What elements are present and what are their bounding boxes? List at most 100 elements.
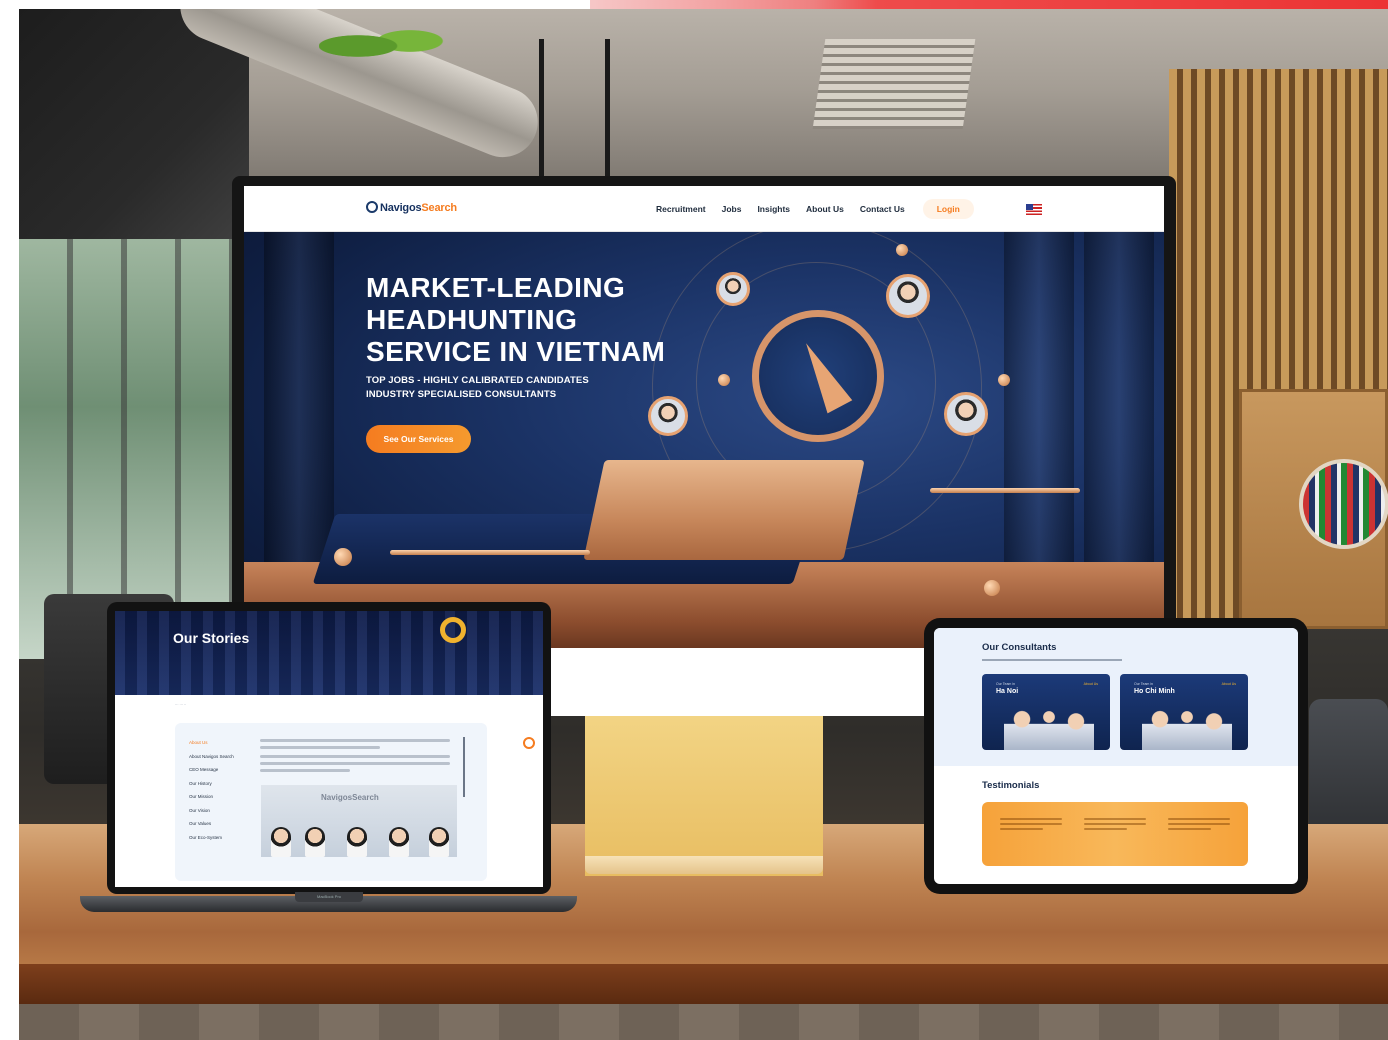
about-sidebar: About Us About Navigos Search CEO Messag… <box>189 739 253 847</box>
team-member <box>271 827 291 857</box>
compass-needle <box>793 336 853 414</box>
office-card-ha-noi[interactable]: Our Team in Ha Noi About Us <box>982 674 1110 750</box>
ceiling-vent <box>812 39 976 129</box>
ceiling-rod <box>605 39 610 199</box>
curtain-fold <box>1084 232 1154 562</box>
gold-bead <box>998 374 1010 386</box>
hero-title-line: SERVICE IN VIETNAM <box>366 336 666 367</box>
hero-subtitle-line: TOP JOBS - HIGHLY CALIBRATED CANDIDATES <box>366 375 589 386</box>
office-link[interactable]: About Us <box>1084 682 1098 686</box>
see-our-services-button[interactable]: See Our Services <box>366 425 471 453</box>
ceiling-beam <box>19 9 249 269</box>
text-line <box>260 739 450 742</box>
gold-bead <box>984 580 1000 596</box>
office-name: Ho Chi Minh <box>1134 688 1175 695</box>
office-team-photo <box>1004 706 1094 750</box>
text-line <box>1168 818 1230 820</box>
chat-icon[interactable] <box>523 737 535 749</box>
menu-item-jobs[interactable]: Jobs <box>722 204 742 214</box>
gold-bead <box>896 244 908 256</box>
text-line <box>1168 823 1230 825</box>
testimonial-item <box>1000 818 1062 833</box>
laptop-model-label: MacBook Pro <box>295 892 363 902</box>
about-text <box>260 739 460 776</box>
hero-subtitle: TOP JOBS - HIGHLY CALIBRATED CANDIDATES … <box>366 374 726 402</box>
hero-title-line: MARKET-LEADING <box>366 272 626 303</box>
office-caption: Our Team in <box>996 682 1015 686</box>
testimonials-heading: Testimonials <box>982 780 1040 791</box>
text-line <box>1000 823 1062 825</box>
ceiling-rod <box>539 39 544 199</box>
logo-brand: Navigos <box>380 202 422 214</box>
breadcrumb: ··· ··· ·· <box>175 703 187 707</box>
stories-title: Our Stories <box>173 630 250 646</box>
consultants-heading: Our Consultants <box>982 642 1057 653</box>
podium-top <box>583 460 865 560</box>
navigos-logo[interactable]: NavigosSearch <box>366 201 457 214</box>
consultant-avatar <box>648 396 688 436</box>
login-button[interactable]: Login <box>922 199 974 219</box>
site-header: NavigosSearch Recruitment Jobs Insights … <box>244 186 1164 232</box>
sidebar-item-values[interactable]: Our Values <box>189 820 253 827</box>
testimonial-item <box>1084 818 1146 833</box>
laptop-screen: Our Stories ··· ··· ·· About Us About Na… <box>115 611 543 887</box>
office-name: Ha Noi <box>996 688 1019 695</box>
desk-edge <box>19 964 1388 1004</box>
text-line <box>260 769 350 772</box>
team-member <box>429 827 449 857</box>
stories-banner: Our Stories <box>115 611 543 695</box>
team-member <box>389 827 409 857</box>
menu-item-insights[interactable]: Insights <box>757 204 790 214</box>
gold-bead <box>334 548 352 566</box>
hanging-plant <box>319 21 449 71</box>
compass-icon <box>752 310 884 442</box>
hero-banner: MARKET-LEADING HEADHUNTING SERVICE IN VI… <box>244 232 1164 648</box>
text-line <box>260 755 450 758</box>
sidebar-item-vision[interactable]: Our Vision <box>189 807 253 814</box>
gold-ring-icon <box>440 617 466 643</box>
laptop: Our Stories ··· ··· ·· About Us About Na… <box>107 602 551 894</box>
team-member <box>305 827 325 857</box>
sidebar-item-about-navigos[interactable]: About Navigos Search <box>189 753 253 760</box>
text-line <box>1084 818 1146 820</box>
consultants-subtitle <box>982 659 1122 661</box>
top-accent-strip <box>590 0 1388 9</box>
text-line <box>1000 828 1044 830</box>
logo-accent: Search <box>421 202 457 214</box>
testimonials-carousel[interactable] <box>982 802 1248 866</box>
monitor-stand-foot <box>585 856 823 874</box>
office-card-ho-chi-minh[interactable]: Our Team in Ho Chi Minh About Us <box>1120 674 1248 750</box>
scrollbar[interactable] <box>463 737 465 797</box>
text-line <box>1084 823 1146 825</box>
curtain-fold <box>264 232 334 562</box>
consultant-avatar <box>944 392 988 436</box>
menu-item-contact-us[interactable]: Contact Us <box>860 204 905 214</box>
office-team-photo <box>1142 706 1232 750</box>
floor <box>19 1004 1388 1040</box>
sidebar-item-mission[interactable]: Our Mission <box>189 793 253 800</box>
main-menu: Recruitment Jobs Insights About Us Conta… <box>656 186 974 232</box>
hero-subtitle-line: INDUSTRY SPECIALISED CONSULTANTS <box>366 389 557 400</box>
consultant-avatar <box>886 274 930 318</box>
sidebar-item-eco-system[interactable]: Our Eco-System <box>189 834 253 841</box>
sidebar-item-history[interactable]: Our History <box>189 780 253 787</box>
text-line <box>1168 828 1212 830</box>
team-member <box>347 827 367 857</box>
monitor-stand <box>585 716 823 876</box>
tablet-screen: Our Consultants Our Team in Ha Noi About… <box>934 628 1298 884</box>
menu-item-recruitment[interactable]: Recruitment <box>656 204 706 214</box>
flag-us-icon[interactable] <box>1026 204 1042 215</box>
text-line <box>260 762 450 765</box>
tablet: Our Consultants Our Team in Ha Noi About… <box>924 618 1308 894</box>
office-caption: Our Team in <box>1134 682 1153 686</box>
menu-item-about-us[interactable]: About Us <box>806 204 844 214</box>
sidebar-item-ceo-message[interactable]: CEO Message <box>189 766 253 773</box>
gold-rail <box>930 488 1080 493</box>
hero-title-line: HEADHUNTING <box>366 304 578 335</box>
curtain-fold <box>1004 232 1074 562</box>
round-bookshelf <box>1299 459 1388 549</box>
sidebar-item-about-us[interactable]: About Us <box>189 739 253 746</box>
text-line <box>1000 818 1062 820</box>
office-link[interactable]: About Us <box>1222 682 1236 686</box>
text-line <box>260 746 380 749</box>
